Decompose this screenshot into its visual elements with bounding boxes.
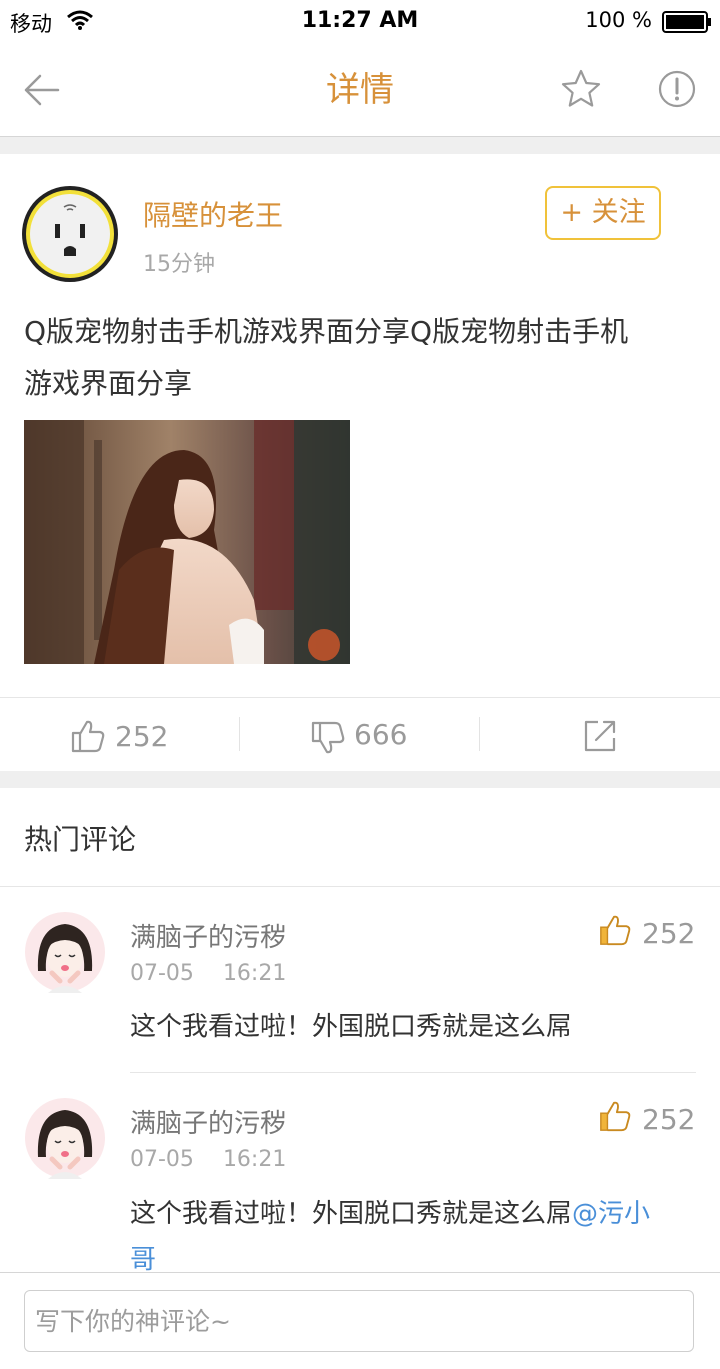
post-time: 15分钟	[143, 252, 215, 277]
comment-like-count: 252	[642, 917, 696, 950]
mention-link[interactable]: 哥	[130, 1245, 156, 1272]
share-icon[interactable]	[582, 718, 618, 754]
comment-date: 07-05	[130, 961, 194, 986]
post-text: Q版宠物射击手机游戏界面分享Q版宠物射击手机 游戏界面分享	[24, 306, 700, 410]
thumbs-up-icon[interactable]	[70, 718, 106, 754]
thumbs-up-icon[interactable]	[598, 913, 632, 947]
commenter-avatar[interactable]	[24, 1097, 106, 1179]
star-icon[interactable]	[560, 68, 602, 110]
mention-link[interactable]: @污小	[572, 1199, 650, 1229]
commenter-name[interactable]: 满脑子的污秽	[130, 1103, 286, 1140]
post-text-line: Q版宠物射击手机游戏界面分享Q版宠物射击手机	[24, 315, 629, 348]
comment-text-body: 这个我看过啦！外国脱口秀就是这么屌	[130, 1199, 573, 1229]
section-divider	[0, 137, 720, 154]
comment-timestamp: 07-05 16:21	[130, 961, 286, 986]
report-icon[interactable]	[658, 70, 696, 108]
author-name[interactable]: 隔壁的老王	[143, 194, 283, 234]
comment-date: 07-05	[130, 1147, 194, 1172]
commenter-avatar[interactable]	[24, 911, 106, 993]
comment-item: 满脑子的污秽 07-05 16:21 252 这个我看过啦！外国脱口秀就是这么屌	[0, 887, 720, 1073]
status-bar: 移动 11:27 AM 100 %	[0, 0, 720, 44]
section-divider	[0, 771, 720, 788]
battery-icon	[662, 11, 711, 33]
comment-time: 16:21	[222, 961, 287, 986]
comment-text: 这个我看过啦！外国脱口秀就是这么屌	[130, 1012, 573, 1042]
thumbs-up-icon[interactable]	[598, 1099, 632, 1133]
thumbs-down-icon[interactable]	[310, 720, 346, 756]
comment-text: 这个我看过啦！外国脱口秀就是这么屌@污小 哥	[130, 1191, 700, 1272]
hot-comments-title: 热门评论	[24, 823, 137, 856]
dislike-count: 666	[354, 718, 408, 751]
follow-button[interactable]: + 关注	[545, 186, 661, 240]
comment-time: 16:21	[222, 1147, 287, 1172]
page-title: 详情	[326, 70, 394, 110]
divider	[479, 717, 480, 751]
post-actions: 252 666	[0, 697, 720, 772]
comment-timestamp: 07-05 16:21	[130, 1147, 286, 1172]
comment-item: 满脑子的污秽 07-05 16:21 252 这个我看过啦！外国脱口秀就是这么屌…	[0, 1073, 720, 1272]
post-text-line: 游戏界面分享	[24, 367, 193, 400]
author-avatar[interactable]	[22, 186, 118, 282]
navigation-bar: 详情	[0, 44, 720, 137]
like-count: 252	[115, 720, 169, 753]
comment-like-count: 252	[642, 1103, 696, 1136]
commenter-name[interactable]: 满脑子的污秽	[130, 917, 286, 954]
divider	[239, 717, 240, 751]
comment-input[interactable]	[24, 1290, 694, 1352]
battery-percent: 100 %	[585, 8, 652, 32]
comment-bar	[0, 1272, 720, 1369]
post-image[interactable]	[24, 420, 350, 664]
